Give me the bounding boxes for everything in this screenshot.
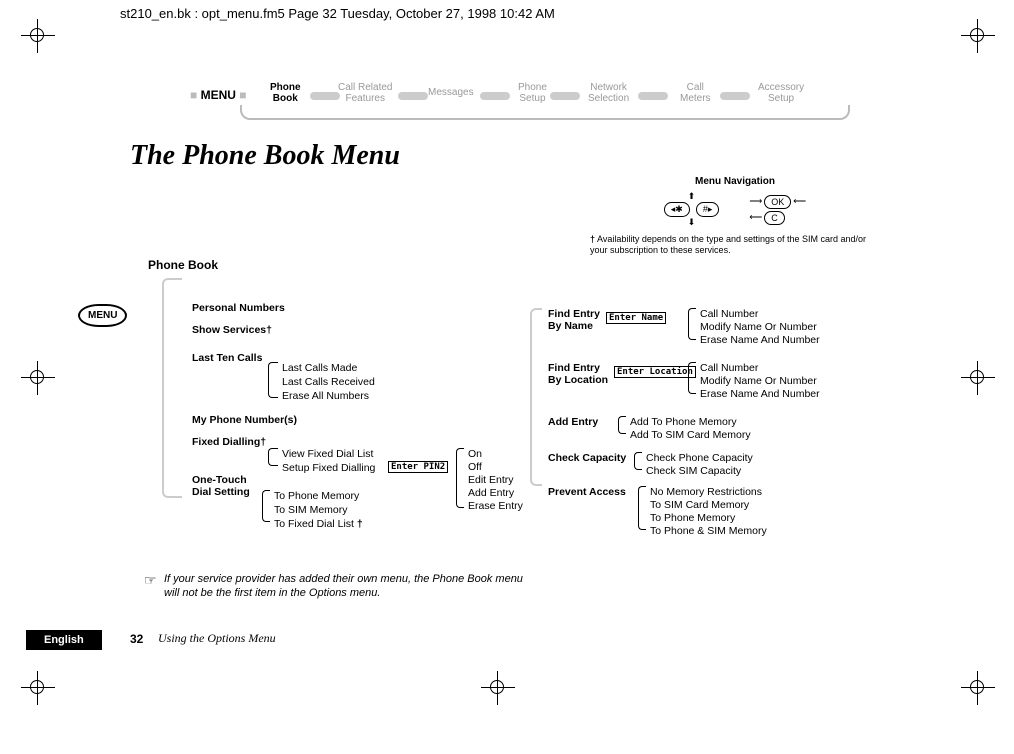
node-setup-fixed-dial: Setup Fixed Dialling <box>282 462 375 474</box>
tree-root: Phone Book <box>148 258 218 272</box>
node-fd-erase: Erase Entry <box>468 500 523 512</box>
node-find-loc-a: Find Entry <box>548 362 600 374</box>
node-erase-all-numbers: Erase All Numbers <box>282 390 369 402</box>
node-find-name-b: By Name <box>548 320 593 332</box>
node-last-calls-made: Last Calls Made <box>282 362 357 374</box>
nav-c-button: C <box>764 211 785 225</box>
crop-mark-ml <box>30 370 44 384</box>
menu-button-icon: MENU <box>78 304 127 327</box>
node-fd-off: Off <box>468 461 482 473</box>
node-personal-numbers: Personal Numbers <box>192 302 285 314</box>
node-r3-phone: Add To Phone Memory <box>630 416 737 428</box>
node-last-ten-calls: Last Ten Calls <box>192 352 262 364</box>
input-enter-name: Enter Name <box>606 312 666 324</box>
node-r4-sim: Check SIM Capacity <box>646 465 741 477</box>
language-tab: English <box>26 630 102 650</box>
node-r5-none: No Memory Restrictions <box>650 486 762 498</box>
node-r2-erase: Erase Name And Number <box>700 388 820 400</box>
node-fd-on: On <box>468 448 482 460</box>
input-enter-location: Enter Location <box>614 366 696 378</box>
node-find-name-a: Find Entry <box>548 308 600 320</box>
nav-ok-button: OK <box>764 195 791 209</box>
node-ot-fixed: To Fixed Dial List † <box>274 518 363 530</box>
node-r1-modify: Modify Name Or Number <box>700 321 817 333</box>
node-ot-phone: To Phone Memory <box>274 490 359 502</box>
page-number: 32 <box>130 632 143 646</box>
crop-mark-tl <box>30 28 44 42</box>
crop-mark-tr <box>970 28 984 42</box>
node-my-phone-numbers: My Phone Number(s) <box>192 414 297 426</box>
crop-mark-br <box>970 680 984 694</box>
node-one-touch-a: One-Touch <box>192 474 247 486</box>
input-enter-pin2: Enter PIN2 <box>388 461 448 473</box>
node-r1-erase: Erase Name And Number <box>700 334 820 346</box>
page-footer: English 32 Using the Options Menu <box>0 626 1014 650</box>
node-view-fixed-dial: View Fixed Dial List <box>282 448 373 460</box>
nav-star-button: ◂✱ <box>664 202 690 217</box>
node-add-entry: Add Entry <box>548 416 598 428</box>
node-find-loc-b: By Location <box>548 374 608 386</box>
menu-bar: ■ MENU ■ PhoneBook Call RelatedFeatures … <box>190 80 870 130</box>
nav-hash-button: #▸ <box>696 202 720 217</box>
crop-mark-mr <box>970 370 984 384</box>
node-fd-edit: Edit Entry <box>468 474 514 486</box>
frame-header: st210_en.bk : opt_menu.fm5 Page 32 Tuesd… <box>120 6 555 21</box>
node-last-calls-received: Last Calls Received <box>282 376 375 388</box>
node-show-services: Show Services† <box>192 324 272 336</box>
nav-title: Menu Navigation <box>590 176 880 187</box>
node-r5-both: To Phone & SIM Memory <box>650 525 767 537</box>
nav-panel: Menu Navigation ⬆ ◂✱ #▸ ⬇ ⟶OK⟵ ⟵C † Avai… <box>590 176 880 256</box>
page-title: The Phone Book Menu <box>130 140 400 172</box>
node-check-cap: Check Capacity <box>548 452 626 464</box>
chapter-title: Using the Options Menu <box>158 631 276 646</box>
node-ot-sim: To SIM Memory <box>274 504 348 516</box>
nav-footnote: † Availability depends on the type and s… <box>590 234 880 256</box>
node-r1-call: Call Number <box>700 308 758 320</box>
node-fd-add: Add Entry <box>468 487 514 499</box>
node-r5-phone: To Phone Memory <box>650 512 735 524</box>
menu-label: MENU <box>201 88 236 102</box>
crop-mark-bl <box>30 680 44 694</box>
node-r4-phone: Check Phone Capacity <box>646 452 753 464</box>
node-r5-sim: To SIM Card Memory <box>650 499 749 511</box>
note-icon: ☞ <box>144 572 157 589</box>
node-fixed-dialling: Fixed Dialling† <box>192 436 266 448</box>
node-r2-call: Call Number <box>700 362 758 374</box>
node-one-touch-b: Dial Setting <box>192 486 250 498</box>
node-prevent-access: Prevent Access <box>548 486 626 498</box>
node-r3-sim: Add To SIM Card Memory <box>630 429 751 441</box>
footnote: If your service provider has added their… <box>164 572 524 600</box>
node-r2-modify: Modify Name Or Number <box>700 375 817 387</box>
crop-mark-bc <box>490 680 504 694</box>
